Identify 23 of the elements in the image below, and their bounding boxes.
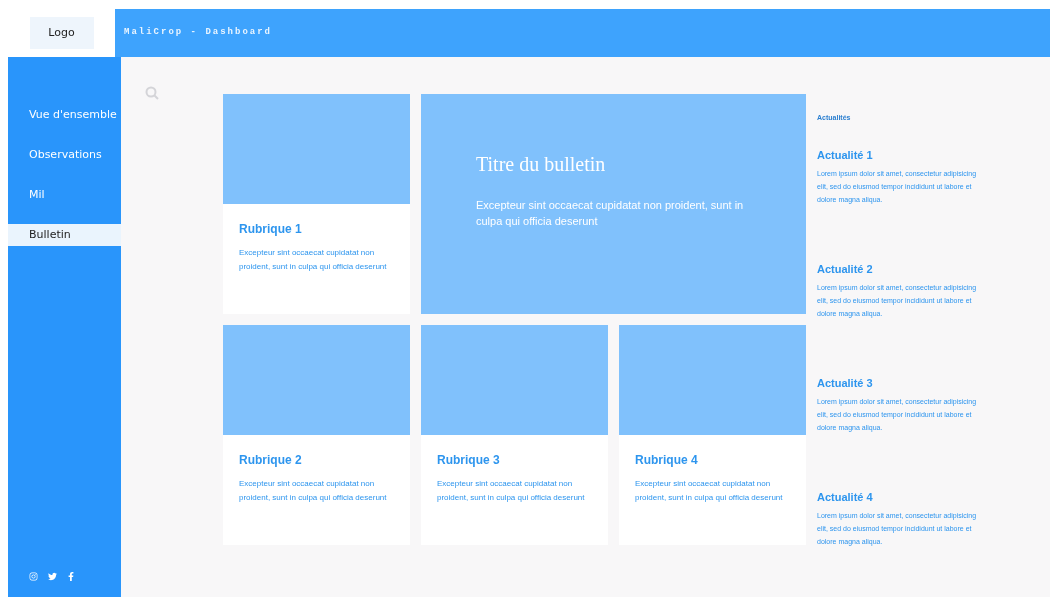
bulletin-title: Titre du bulletin <box>476 152 607 177</box>
sidebar-item[interactable]: Observations <box>8 144 121 166</box>
sidebar-item[interactable]: Mil <box>8 184 121 206</box>
news-title: Actualité 2 <box>817 261 874 277</box>
card-title: Rubrique 1 <box>239 221 303 238</box>
instagram-icon[interactable] <box>29 572 38 581</box>
card-text: Excepteur sint occaecat cupidatat non proident, sunt in culpa qui officia deserunt <box>437 478 586 504</box>
news-title: Actualité 4 <box>817 489 874 505</box>
header-title: MaliCrop - Dashboard <box>124 26 273 40</box>
facebook-icon[interactable] <box>67 572 75 581</box>
sidebar-item[interactable]: Vue d'ensemble <box>8 104 121 126</box>
sidebar-item[interactable]: Bulletin <box>8 224 121 246</box>
twitter-icon[interactable] <box>48 572 57 581</box>
card-text: Excepteur sint occaecat cupidatat non proident, sunt in culpa qui officia deserunt <box>239 478 388 504</box>
logo: Logo <box>29 17 94 49</box>
bulletin-text: Excepteur sint occaecat cupidatat non proident, sunt in culpa qui officia deserunt <box>476 198 745 229</box>
card-title: Rubrique 3 <box>437 452 501 469</box>
card-title: Rubrique 2 <box>239 452 303 469</box>
card-title: Rubrique 4 <box>635 452 699 469</box>
news-title: Actualité 1 <box>817 147 874 163</box>
card-text: Excepteur sint occaecat cupidatat non proident, sunt in culpa qui officia deserunt <box>635 478 784 504</box>
news-title: Actualité 3 <box>817 375 874 391</box>
card-text: Excepteur sint occaecat cupidatat non proident, sunt in culpa qui officia deserunt <box>239 247 388 273</box>
